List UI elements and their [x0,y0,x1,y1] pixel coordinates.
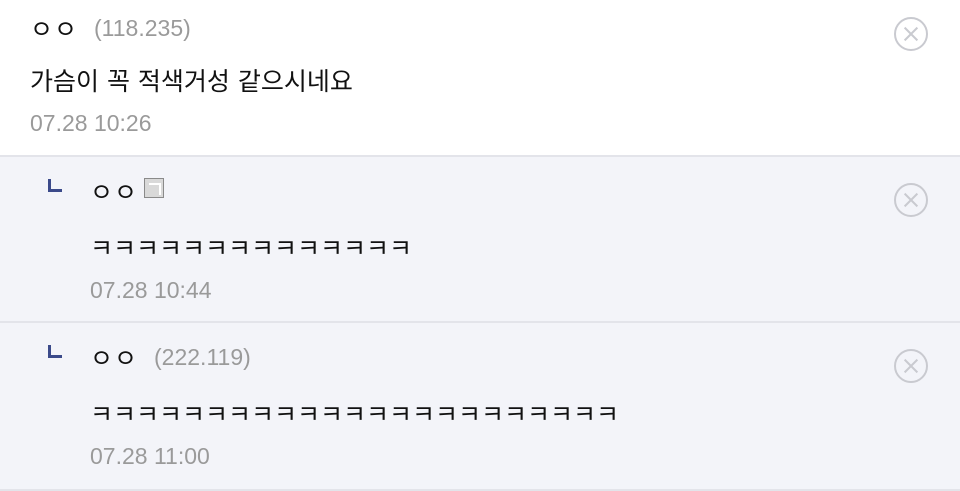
comment-ip: (118.235) [94,14,191,41]
comment-date: 07.28 10:26 [30,110,152,136]
delete-button[interactable] [894,349,928,383]
reply-text: ㅋㅋㅋㅋㅋㅋㅋㅋㅋㅋㅋㅋㅋㅋㅋㅋㅋㅋㅋㅋㅋㅋㅋ [90,400,620,429]
delete-button[interactable] [894,17,928,51]
reply-item: ㅇㅇ ㅋㅋㅋㅋㅋㅋㅋㅋㅋㅋㅋㅋㅋㅋ 07.28 10:44 [0,157,960,323]
reply-date: 07.28 11:00 [90,443,210,469]
comment-nickname[interactable]: ㅇㅇ [30,10,78,46]
reply-item: ㅇㅇ (222.119) ㅋㅋㅋㅋㅋㅋㅋㅋㅋㅋㅋㅋㅋㅋㅋㅋㅋㅋㅋㅋㅋㅋㅋ 07.… [0,323,960,491]
comment-text: 가슴이 꼭 적색거성 같으시네요 [30,67,353,96]
reply-ip: (222.119) [154,343,251,370]
delete-button[interactable] [894,183,928,217]
reply-text: ㅋㅋㅋㅋㅋㅋㅋㅋㅋㅋㅋㅋㅋㅋ [90,234,413,263]
comment-list: ㅇㅇ (118.235) 가슴이 꼭 적색거성 같으시네요 07.28 10:2… [0,0,960,491]
reply-arrow-icon [48,345,62,358]
reply-nickname[interactable]: ㅇㅇ [90,173,138,209]
reply-date: 07.28 10:44 [90,277,212,303]
comment-item: ㅇㅇ (118.235) 가슴이 꼭 적색거성 같으시네요 07.28 10:2… [0,0,960,157]
reply-nickname[interactable]: ㅇㅇ [90,339,138,375]
reply-arrow-icon [48,179,62,192]
fixed-nick-icon [144,178,165,198]
